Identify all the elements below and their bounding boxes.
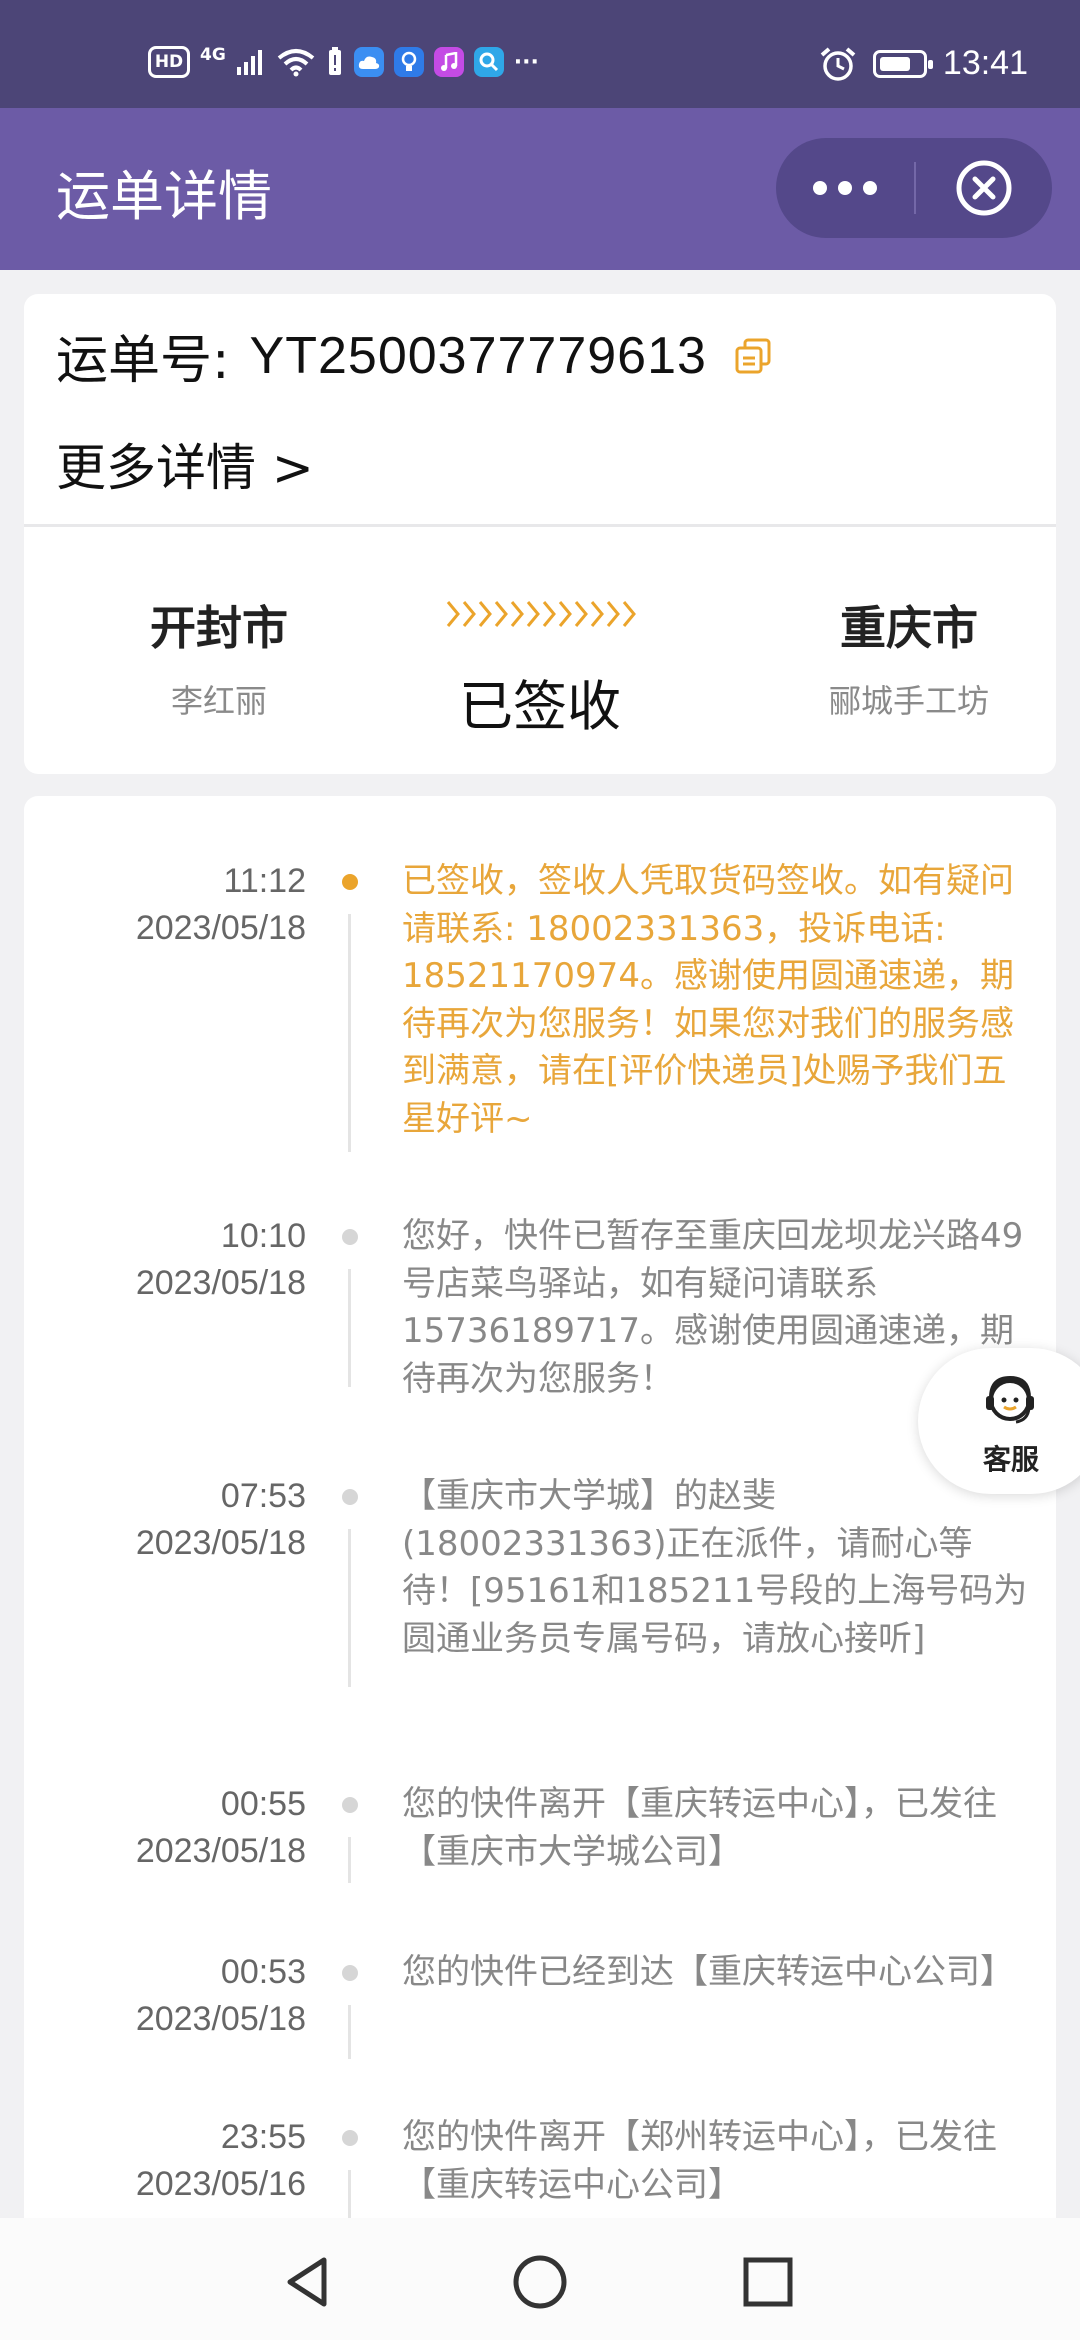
timeline-timestamp: 11:12 2023/05/18 — [135, 862, 306, 947]
timeline-line — [348, 914, 351, 1152]
destination: 重庆市 郦城手工坊 — [759, 592, 1059, 722]
page-title: 运单详情 — [56, 165, 272, 228]
route-arrows-icon — [446, 601, 636, 627]
status-icons-left: HD 4G ··· — [148, 45, 539, 78]
timeline-line — [348, 1529, 351, 1687]
timeline-line — [348, 2005, 351, 2059]
sender-name: 李红丽 — [170, 682, 267, 720]
timeline-dot — [342, 2130, 358, 2146]
cloud-app-icon — [353, 47, 384, 77]
waybill-number-row: 运单号: YT2500377779613 — [56, 318, 773, 393]
signal-icon — [236, 50, 262, 75]
customer-service-label: 客服 — [982, 1443, 1039, 1476]
timeline-dot — [342, 1797, 358, 1813]
timeline-timestamp: 07:53 2023/05/18 — [135, 1477, 306, 1562]
music-app-icon — [433, 47, 464, 77]
timeline-description: 您的快件离开【重庆转运中心】，已发往【重庆市大学城公司】 — [402, 1784, 997, 1872]
more-details-link[interactable]: 更多详情 > — [56, 428, 314, 500]
wifi-icon — [277, 49, 315, 77]
status-icons-right: 13:41 — [819, 44, 1028, 83]
origin: 开封市 李红丽 — [69, 592, 369, 722]
battery-alert-icon — [328, 47, 341, 75]
more-button[interactable] — [776, 138, 914, 238]
tracking-timeline: 11:12 2023/05/18 已签收，签收人凭取货码签收。如有疑问请联系: 1… — [24, 796, 1056, 2340]
timeline-timestamp: 23:55 2023/05/16 — [135, 2118, 306, 2203]
title-bar: 运单详情 — [0, 108, 1080, 270]
delivery-status: 已签收 — [459, 675, 621, 738]
more-dots-icon — [813, 181, 877, 195]
waybill-card: 运单号: YT2500377779613 更多详情 > 开封市 李红丽 已签收 … — [24, 294, 1056, 774]
status-bar: HD 4G ··· 13:41 — [0, 0, 1080, 108]
customer-service-icon — [986, 1375, 1034, 1424]
back-triangle-icon[interactable] — [278, 2252, 338, 2312]
customer-service-button[interactable]: 客服 — [918, 1348, 1080, 1494]
timeline-description: 您的快件离开【郑州转运中心】，已发往【重庆转运中心公司】 — [402, 2117, 997, 2205]
clock: 13:41 — [942, 44, 1028, 82]
destination-city: 重庆市 — [840, 601, 978, 655]
recipient-name: 郦城手工坊 — [828, 682, 989, 720]
search-app-icon — [473, 47, 504, 77]
waybill-number: YT2500377779613 — [249, 326, 707, 385]
timeline-description: 已签收，签收人凭取货码签收。如有疑问请联系: 18002331363，投诉电话:… — [402, 861, 1014, 1139]
timeline-dot — [342, 874, 358, 890]
card-divider — [24, 524, 1056, 527]
timeline-line — [348, 1269, 351, 1387]
timeline-dot — [342, 1489, 358, 1505]
battery-icon — [872, 49, 933, 78]
alarm-icon — [820, 46, 856, 81]
close-circle-icon — [956, 160, 1012, 216]
timeline-timestamp: 00:55 2023/05/18 — [135, 1785, 306, 1870]
copy-icon[interactable] — [733, 336, 773, 376]
more-notifications: ··· — [513, 49, 539, 75]
origin-city: 开封市 — [150, 601, 288, 655]
mini-program-capsule — [776, 138, 1052, 238]
timeline-timestamp: 10:10 2023/05/18 — [135, 1217, 306, 1302]
timeline-dot — [342, 1229, 358, 1245]
hd-badge: HD — [148, 46, 190, 78]
navigation-bar — [0, 2218, 1080, 2340]
recents-square-icon[interactable] — [738, 2252, 798, 2312]
home-circle-icon[interactable] — [510, 2252, 570, 2312]
timeline-dot — [342, 1965, 358, 1981]
timeline-description: 您的快件已经到达【重庆转运中心公司】 — [402, 1952, 1014, 1992]
timeline-timestamp: 00:53 2023/05/18 — [135, 1953, 306, 2038]
timeline-description: 【重庆市大学城】的赵斐(18002331363)正在派件，请耐心等待！[9516… — [402, 1476, 1028, 1659]
timeline-line — [348, 1837, 351, 1883]
network-type: 4G — [200, 45, 226, 65]
waybill-label: 运单号: — [56, 331, 230, 391]
close-button[interactable] — [916, 138, 1052, 238]
bulb-app-icon — [393, 47, 424, 77]
